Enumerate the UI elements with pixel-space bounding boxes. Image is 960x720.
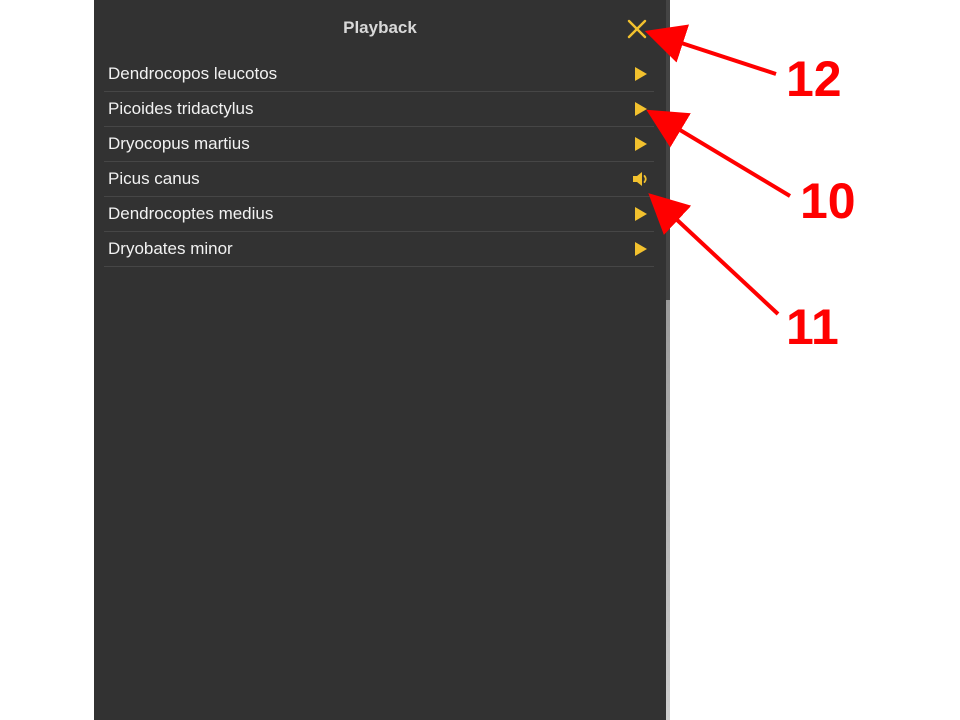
annotation-number-12: 12 (786, 51, 842, 107)
annotation-number-10: 10 (800, 173, 856, 229)
annotation-number-11: 11 (786, 299, 839, 355)
arrow-11 (648, 193, 780, 316)
arrow-10 (646, 109, 792, 198)
arrow-12 (644, 24, 777, 76)
annotation-arrows (644, 24, 792, 316)
